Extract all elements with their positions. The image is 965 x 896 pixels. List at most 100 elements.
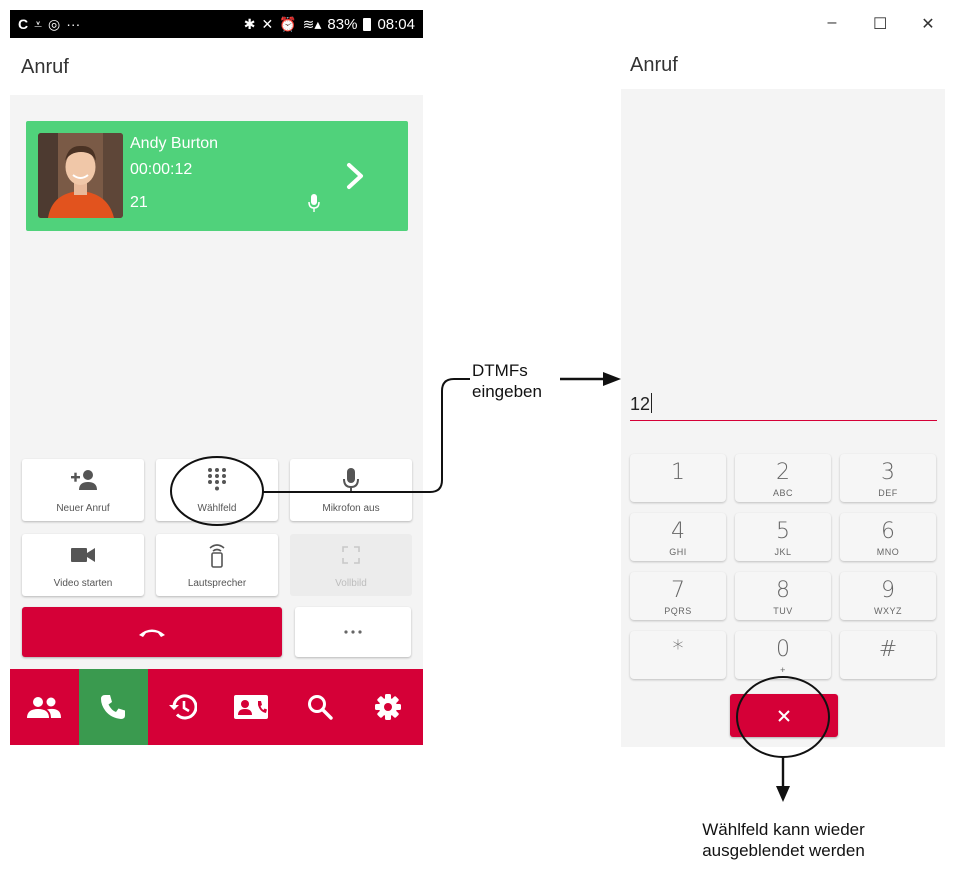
video-button[interactable]: Video starten (22, 534, 144, 596)
call-duration: 00:00:12 (130, 161, 193, 178)
mute-label: Mikrofon aus (322, 503, 380, 514)
key-letters: GHI (669, 547, 687, 557)
key-digit: 8 (776, 578, 790, 603)
new-call-button[interactable]: Neuer Anruf (22, 459, 144, 521)
more-button[interactable] (295, 607, 411, 657)
nav-search[interactable] (285, 669, 354, 745)
key-5[interactable]: 5 JKL (735, 513, 831, 561)
key-9[interactable]: 9 WXYZ (840, 572, 936, 620)
speaker-label: Lautsprecher (187, 578, 247, 589)
key-digit: 9 (881, 578, 895, 603)
key-digit: 0 (776, 637, 790, 662)
nav-phone[interactable] (78, 669, 148, 745)
nav-settings[interactable] (354, 669, 423, 745)
key-digit: 7 (671, 578, 685, 603)
maximize-button[interactable]: ☐ (873, 14, 887, 34)
key-hash[interactable]: # (840, 631, 936, 679)
mute-icon: ✕ (261, 16, 274, 32)
speaker-button[interactable]: Lautsprecher (156, 534, 278, 596)
key-digit: 4 (671, 519, 685, 544)
key-3[interactable]: 3 DEF (840, 454, 936, 502)
app-c-icon: C (18, 16, 29, 32)
mute-button[interactable]: Mikrofon aus (290, 459, 412, 521)
hide-annotation-line1: Wählfeld kann wieder (702, 820, 865, 839)
history-icon (168, 694, 197, 720)
close-window-button[interactable]: ✕ (921, 14, 935, 34)
key-8[interactable]: 8 TUV (735, 572, 831, 620)
key-digit: 3 (881, 460, 895, 485)
bluetooth-icon: ✱ (243, 16, 256, 32)
key-7[interactable]: 7 PQRS (630, 572, 726, 620)
fullscreen-button[interactable]: Vollbild (290, 534, 412, 596)
status-bar: C ⩡ ◎ ··· ✱ ✕ ⏰ ≋▴ 83% 08:04 (10, 10, 423, 38)
new-call-label: Neuer Anruf (56, 503, 110, 514)
dtmf-annotation-line2: eingeben (472, 382, 542, 401)
battery-icon (363, 17, 372, 31)
key-letters: MNO (876, 547, 900, 557)
active-call-card[interactable]: Andy Burton 00:00:12 21 (26, 121, 408, 231)
arrow-head (603, 372, 621, 386)
more-icon (344, 630, 362, 634)
close-icon (778, 709, 790, 722)
page-title: Anruf (21, 56, 69, 78)
dialpad-icon (207, 468, 227, 492)
key-1[interactable]: 1 (630, 454, 726, 502)
key-digit: 1 (671, 460, 685, 485)
video-label: Video starten (53, 578, 113, 589)
hangup-icon (139, 629, 165, 637)
key-letters: DEF (878, 488, 898, 498)
nav-history[interactable] (148, 669, 217, 745)
contact-name: Andy Burton (130, 135, 219, 152)
key-letters: ABC (772, 488, 793, 498)
nav-contacts[interactable] (10, 669, 79, 745)
window-controls: – ☐ ✕ (825, 14, 935, 34)
dtmf-input-value: 12 (630, 394, 651, 414)
hide-dialpad-annotation: Wählfeld kann wieder ausgeblendet werden (676, 819, 891, 861)
dtmf-annotation: DTMFs eingeben (472, 360, 542, 402)
close-dialpad-button[interactable] (730, 694, 838, 737)
key-digit: # (878, 637, 898, 662)
speaker-phone-icon (208, 543, 226, 568)
chevron-right-icon[interactable] (344, 161, 368, 191)
key-digit: 2 (776, 460, 790, 485)
key-2[interactable]: 2 ABC (735, 454, 831, 502)
dialpad-button[interactable]: Wählfeld (156, 459, 278, 521)
key-letters: PQRS (664, 606, 692, 616)
settings-icon (375, 694, 402, 720)
window-title: Anruf (630, 54, 678, 76)
fullscreen-icon (342, 543, 360, 567)
minimize-button[interactable]: – (825, 14, 839, 34)
key-digit: 6 (881, 519, 895, 544)
down-arrow-head (776, 786, 790, 802)
key-letters: TUV (773, 606, 793, 616)
wifi-signal-icon: ≋▴ (302, 16, 322, 32)
dialpad-label: Wählfeld (197, 503, 237, 514)
phone-icon (101, 695, 126, 719)
microphone-icon (343, 468, 359, 492)
avatar (38, 133, 123, 218)
clock: 08:04 (377, 15, 415, 33)
nav-contact-card[interactable] (216, 669, 285, 745)
microphone-icon (308, 194, 320, 212)
key-6[interactable]: 6 MNO (840, 513, 936, 561)
contact-extension: 21 (130, 194, 148, 211)
contact-card-icon (233, 695, 268, 719)
key-star[interactable]: * (630, 631, 726, 679)
key-letters: JKL (774, 547, 792, 557)
hangup-button[interactable] (22, 607, 282, 657)
text-caret (651, 393, 653, 413)
bottom-nav (10, 669, 423, 745)
dtmf-input[interactable]: 12 (630, 393, 937, 421)
key-4[interactable]: 4 GHI (630, 513, 726, 561)
key-letters: WXYZ (874, 606, 902, 616)
key-0[interactable]: 0 + (735, 631, 831, 679)
sync-icon: ◎ (48, 16, 61, 32)
video-camera-icon (71, 543, 95, 567)
hide-annotation-line2: ausgeblendet werden (702, 841, 865, 860)
fullscreen-label: Vollbild (335, 578, 367, 589)
add-person-icon (69, 468, 97, 492)
battery-percent: 83% (327, 15, 358, 33)
key-letters: + (780, 665, 786, 675)
download-done-icon: ⩡ (34, 16, 43, 32)
key-digit: 5 (776, 519, 790, 544)
